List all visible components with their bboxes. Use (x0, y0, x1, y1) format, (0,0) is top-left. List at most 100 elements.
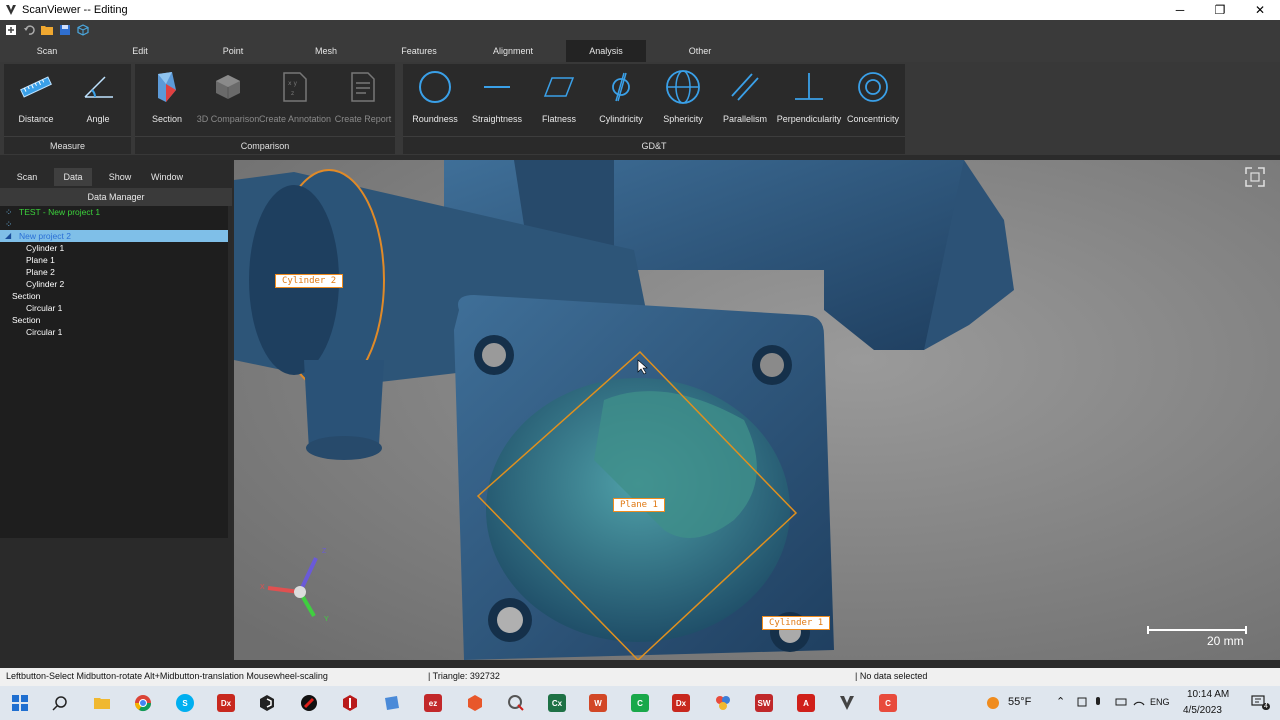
chevron-up-icon[interactable]: ⌃ (1056, 695, 1065, 708)
title-bar: ScanViewer -- Editing ─ ❐ ✕ (0, 0, 1280, 20)
black-hex-app-icon[interactable] (255, 691, 279, 715)
blue-app-icon[interactable] (380, 691, 404, 715)
cylindricity-button[interactable]: Cylindricity (589, 68, 653, 128)
acrobat-icon[interactable]: A (794, 691, 818, 715)
tree-item-section-1[interactable]: Section (0, 290, 228, 302)
cylinder-2-label[interactable]: Cylinder 2 (275, 274, 344, 288)
excel-app-icon[interactable]: Cx (545, 691, 569, 715)
tree-item-label: Section (12, 291, 41, 301)
status-bar: Leftbutton-Select Midbutton-rotate Alt+M… (0, 668, 1280, 686)
roundness-button[interactable]: Roundness (403, 68, 467, 128)
tray-app-icons[interactable] (1076, 695, 1146, 711)
minimize-button[interactable]: ─ (1160, 0, 1200, 20)
tree-item-circular-1a[interactable]: Circular 1 (0, 302, 228, 314)
panel-tab-scan[interactable]: Scan (8, 168, 46, 186)
multi-color-app-icon[interactable] (711, 691, 735, 715)
cylinder-1-label[interactable]: Cylinder 1 (762, 616, 831, 630)
ezscan-icon[interactable]: ez (421, 691, 445, 715)
windows-taskbar: S Dx ez Cx W C Dx SW A C 55°F ⌃ ENG 10:1… (0, 686, 1280, 720)
system-tray: 55°F ⌃ ENG 10:14 AM 4/5/2023 4 (980, 686, 1280, 720)
tab-analysis[interactable]: Analysis (566, 40, 646, 62)
undo-icon[interactable] (22, 23, 36, 37)
dx-app-icon[interactable]: Dx (214, 691, 238, 715)
tree-item-project-1[interactable]: ⁘ TEST - New project 1 (0, 206, 228, 218)
open-folder-icon[interactable] (40, 23, 54, 37)
axis-x-label: X (260, 584, 265, 591)
perpendicularity-icon (789, 68, 829, 106)
sphericity-button[interactable]: Sphericity (651, 68, 715, 128)
clock-time[interactable]: 10:14 AM (1187, 689, 1229, 700)
solidworks-icon[interactable]: SW (752, 691, 776, 715)
new-icon[interactable] (4, 23, 18, 37)
tab-features[interactable]: Features (379, 40, 459, 62)
cylindricity-label: Cylindricity (599, 114, 643, 124)
plane-1-label[interactable]: Plane 1 (613, 498, 665, 512)
tab-point[interactable]: Point (193, 40, 273, 62)
tab-mesh[interactable]: Mesh (286, 40, 366, 62)
close-button[interactable]: ✕ (1240, 0, 1280, 20)
create-annotation-button[interactable]: x y z Create Annotation (259, 68, 331, 128)
tab-other[interactable]: Other (660, 40, 740, 62)
red-circle-app-icon[interactable] (297, 691, 321, 715)
tree-item-plane-2[interactable]: Plane 2 (0, 266, 228, 278)
tab-edit[interactable]: Edit (100, 40, 180, 62)
cube-view-icon[interactable] (76, 23, 90, 37)
clock-date[interactable]: 4/5/2023 (1183, 705, 1222, 716)
parallelism-button[interactable]: Parallelism (713, 68, 777, 128)
tab-alignment[interactable]: Alignment (473, 40, 553, 62)
tree-item-cylinder-2[interactable]: Cylinder 2 (0, 278, 228, 290)
tree-item-label: Plane 1 (26, 255, 55, 265)
perpendicularity-button[interactable]: Perpendicularity (777, 68, 841, 128)
language-indicator[interactable]: ENG (1150, 697, 1170, 707)
panel-tab-window[interactable]: Window (146, 168, 188, 186)
chrome-icon[interactable] (131, 691, 155, 715)
dx-app-2-icon[interactable]: Dx (669, 691, 693, 715)
search-icon[interactable] (48, 691, 72, 715)
parallelism-label: Parallelism (722, 114, 767, 124)
flatness-button[interactable]: Flatness (527, 68, 591, 128)
tree-item-plane-1[interactable]: Plane 1 (0, 254, 228, 266)
angle-button[interactable]: Angle (66, 68, 130, 128)
create-report-button[interactable]: Create Report (331, 68, 395, 128)
scale-bar-label: 20 mm (1207, 634, 1244, 648)
distance-button[interactable]: Distance (4, 68, 68, 128)
selection-status: | No data selected (855, 671, 928, 681)
axis-y-label: Y (324, 616, 329, 623)
tree-item-circular-1b[interactable]: Circular 1 (0, 326, 228, 338)
maximize-button[interactable]: ❐ (1200, 0, 1240, 20)
file-explorer-icon[interactable] (90, 691, 114, 715)
panel-tab-show[interactable]: Show (100, 168, 140, 186)
straightness-button[interactable]: Straightness (465, 68, 529, 128)
camtasia-recorder-icon[interactable]: C (876, 691, 900, 715)
windows-start-icon[interactable] (8, 691, 32, 715)
q-app-icon[interactable] (504, 691, 528, 715)
camtasia-icon[interactable]: C (628, 691, 652, 715)
menu-tabs: Scan Edit Point Mesh Features Alignment … (0, 40, 1280, 62)
create-annotation-label: Create Annotation (258, 114, 332, 124)
orange-hex-app-icon[interactable] (463, 691, 487, 715)
3d-comparison-button[interactable]: 3D Comparison (196, 68, 260, 128)
tree-item-project-2[interactable]: ◢ New project 2 (0, 230, 228, 242)
svg-text:x y: x y (288, 80, 297, 87)
section-button[interactable]: Section (135, 68, 199, 128)
scanviewer-taskbar-icon[interactable] (835, 691, 859, 715)
save-icon[interactable] (58, 23, 72, 37)
red-hex-app-icon[interactable] (338, 691, 362, 715)
3d-viewport[interactable]: Cylinder 2 Plane 1 Cylinder 1 X Y Z 20 m… (234, 160, 1280, 660)
panel-tab-data[interactable]: Data (54, 168, 92, 186)
tree-item-label: Circular 1 (26, 327, 63, 337)
word-app-icon[interactable]: W (586, 691, 610, 715)
tree-item-hidden[interactable]: ⁘ (0, 218, 228, 230)
tree-item-section-2[interactable]: Section (0, 314, 228, 326)
weather-temperature[interactable]: 55°F (1008, 696, 1031, 708)
panel-tabs: Scan Data Show Window (0, 165, 232, 187)
tree-item-label: Section (12, 315, 41, 325)
tab-scan[interactable]: Scan (7, 40, 87, 62)
tree-item-label: TEST - New project 1 (19, 207, 101, 217)
create-report-label: Create Report (334, 114, 392, 124)
tree-item-label: Cylinder 1 (26, 243, 65, 253)
skype-icon[interactable]: S (173, 691, 197, 715)
ribbon: Distance Angle Measure Section 3D Compar… (0, 62, 1280, 155)
concentricity-button[interactable]: Concentricity (841, 68, 905, 128)
tree-item-cylinder-1[interactable]: Cylinder 1 (0, 242, 228, 254)
